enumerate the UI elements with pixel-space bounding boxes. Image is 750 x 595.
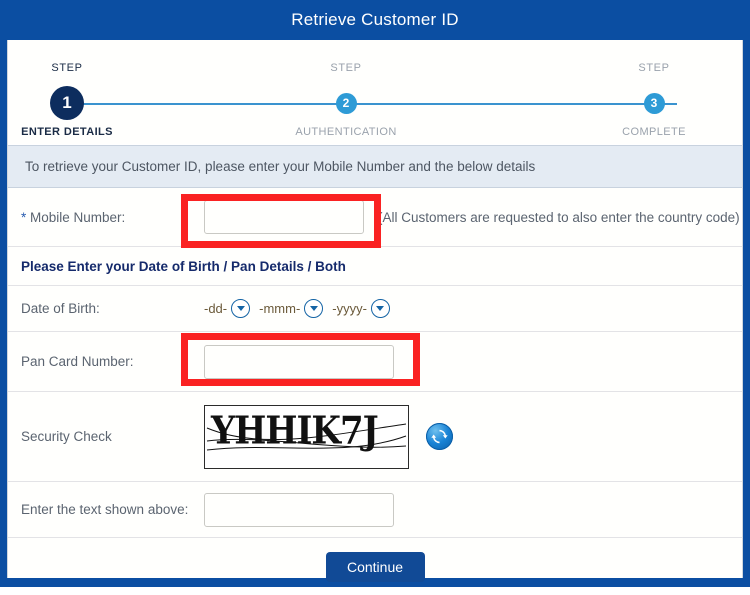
captcha-image: YHHIK7J — [204, 404, 409, 469]
stepper-step-3-caption: STEP — [638, 62, 670, 74]
mobile-number-input[interactable] — [204, 200, 364, 234]
refresh-arrows-glyph — [431, 429, 448, 444]
page-title: Retrieve Customer ID — [291, 10, 459, 29]
window-title-bar: Retrieve Customer ID — [0, 0, 750, 40]
dob-year-value: -yyyy- — [332, 301, 367, 316]
mobile-number-hint: (All Customers are requested to also ent… — [378, 209, 740, 225]
captcha-entry-row: Enter the text shown above: — [8, 482, 742, 538]
date-of-birth-label: Date of Birth: — [21, 301, 100, 316]
continue-button[interactable]: Continue — [325, 551, 425, 582]
security-check-row: Security Check YHHIK7J — [8, 392, 742, 482]
stepper-step-enter-details[interactable]: STEP 1 ENTER DETAILS — [0, 62, 147, 138]
stepper-step-2-label: AUTHENTICATION — [295, 126, 397, 138]
retrieve-customer-id-window: Retrieve Customer ID STEP 1 ENTER DETAIL… — [0, 0, 750, 587]
captcha-noise-lines — [206, 423, 407, 450]
pan-card-row: Pan Card Number: — [8, 332, 742, 392]
stepper-step-1-label: ENTER DETAILS — [21, 126, 113, 138]
refresh-icon[interactable] — [426, 423, 453, 450]
stepper-step-authentication[interactable]: STEP 2 AUTHENTICATION — [266, 62, 426, 138]
dob-pan-headline: Please Enter your Date of Birth / Pan De… — [21, 258, 346, 274]
chevron-down-icon[interactable] — [370, 299, 390, 318]
chevron-down-icon[interactable] — [304, 299, 324, 318]
chevron-down-icon[interactable] — [231, 299, 251, 318]
form-footer: Continue — [8, 538, 742, 595]
mobile-number-label-text: Mobile Number: — [26, 209, 126, 225]
stepper-step-3-badge: 3 — [643, 93, 665, 114]
form-card: STEP 1 ENTER DETAILS STEP 2 AUTHENTICATI… — [7, 40, 743, 582]
pan-card-label: Pan Card Number: — [21, 354, 134, 369]
mobile-number-label: * Mobile Number: — [21, 210, 204, 225]
mobile-number-row: * Mobile Number: (All Customers are requ… — [8, 188, 742, 247]
dob-pan-headline-row: Please Enter your Date of Birth / Pan De… — [8, 247, 742, 286]
pan-card-input[interactable] — [204, 344, 394, 379]
stepper-step-2-caption: STEP — [330, 62, 362, 74]
dob-day-select[interactable]: -dd- — [204, 299, 251, 318]
security-check-label: Security Check — [21, 429, 112, 444]
info-banner: To retrieve your Customer ID, please ent… — [8, 145, 742, 188]
stepper-step-1-caption: STEP — [51, 62, 83, 74]
dob-day-value: -dd- — [204, 301, 228, 316]
stepper-step-1-badge: 1 — [50, 86, 84, 120]
captcha-entry-label: Enter the text shown above: — [21, 502, 189, 517]
captcha-entry-input[interactable] — [204, 492, 394, 527]
date-of-birth-selects: -dd- -mmm- -yyyy- — [204, 299, 399, 318]
dob-year-select[interactable]: -yyyy- — [332, 299, 390, 318]
stepper-step-complete[interactable]: STEP 3 COMPLETE — [574, 62, 734, 138]
progress-stepper: STEP 1 ENTER DETAILS STEP 2 AUTHENTICATI… — [8, 40, 742, 145]
stepper-step-2-badge: 2 — [335, 93, 357, 114]
dob-month-value: -mmm- — [259, 301, 301, 316]
stepper-step-3-label: COMPLETE — [622, 126, 686, 138]
dob-month-select[interactable]: -mmm- — [259, 299, 324, 318]
date-of-birth-row: Date of Birth: -dd- -mmm- -yyyy- — [8, 286, 742, 332]
info-banner-text: To retrieve your Customer ID, please ent… — [25, 159, 536, 174]
